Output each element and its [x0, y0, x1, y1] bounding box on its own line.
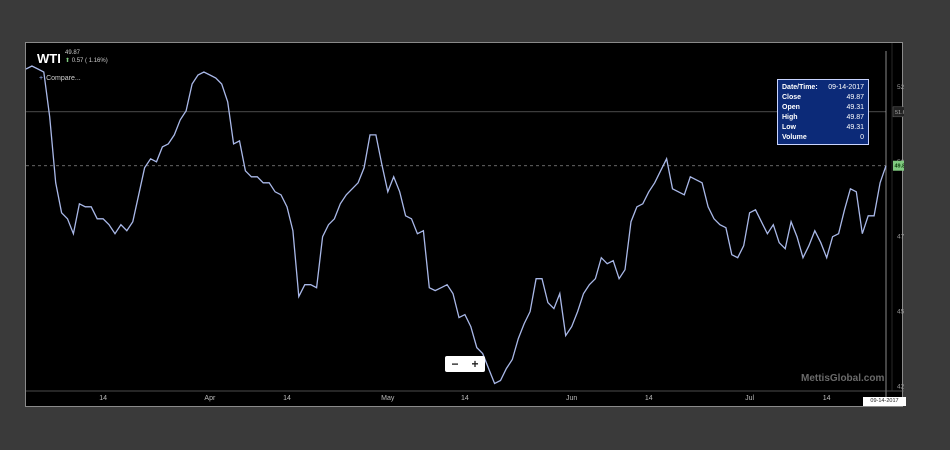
x-tick-label: 14: [645, 395, 653, 402]
price-series-line: [26, 65, 887, 385]
x-tick-label: 14: [283, 395, 291, 402]
watermark-logo: MettisGlobal.com: [801, 373, 885, 384]
tooltip-row: Low 49.31: [782, 124, 864, 131]
zoom-in-button[interactable]: +: [471, 357, 478, 371]
tooltip-row: Close 49.87: [782, 94, 864, 101]
x-tick-label: May: [381, 395, 395, 402]
tooltip-row: High 49.87: [782, 114, 864, 121]
symbol-label: WTI: [37, 51, 61, 66]
y-tick-label: 45.00: [897, 309, 904, 316]
crosshair-date-label: 09-14-2017: [863, 397, 906, 406]
x-tick-label: 14: [461, 395, 469, 402]
compare-button[interactable]: + Compare...: [39, 75, 81, 82]
chart-header: WTI 49.87 ⬆ 0.57 ( 1.16%): [37, 50, 108, 68]
price-change: 0.57 ( 1.16%): [71, 58, 108, 64]
reference-price-label: 51.67: [895, 110, 904, 116]
y-tick-label: 47.50: [897, 234, 904, 241]
tooltip-row: Volume 0: [782, 134, 864, 141]
x-tick-label: Apr: [204, 395, 216, 402]
plus-icon: +: [39, 75, 44, 82]
data-tooltip: Date/Time: 09-14-2017 Close 49.87 Open 49.3…: [777, 79, 869, 145]
zoom-control: − +: [445, 356, 485, 372]
up-arrow-icon: ⬆: [65, 58, 71, 64]
quote-summary: 49.87 ⬆ 0.57 ( 1.16%): [65, 49, 108, 65]
y-tick-label: 52.50: [897, 84, 904, 91]
tooltip-row: Open 49.31: [782, 104, 864, 111]
last-price-label: 49.87: [895, 164, 905, 170]
tooltip-row: Date/Time: 09-14-2017: [782, 84, 864, 91]
x-tick-label: Jul: [745, 395, 754, 402]
price-chart[interactable]: 52.5050.0047.5045.0042.5051.6749.8714Apr…: [26, 43, 904, 408]
x-tick-label: 14: [823, 395, 831, 402]
chart-frame: 52.5050.0047.5045.0042.5051.6749.8714Apr…: [25, 42, 906, 408]
compare-label: Compare...: [46, 75, 81, 82]
y-tick-label: 42.50: [897, 384, 904, 391]
x-tick-label: 14: [99, 395, 107, 402]
x-tick-label: Jun: [566, 395, 577, 402]
zoom-out-button[interactable]: −: [451, 357, 458, 371]
last-price: 49.87: [65, 50, 81, 56]
